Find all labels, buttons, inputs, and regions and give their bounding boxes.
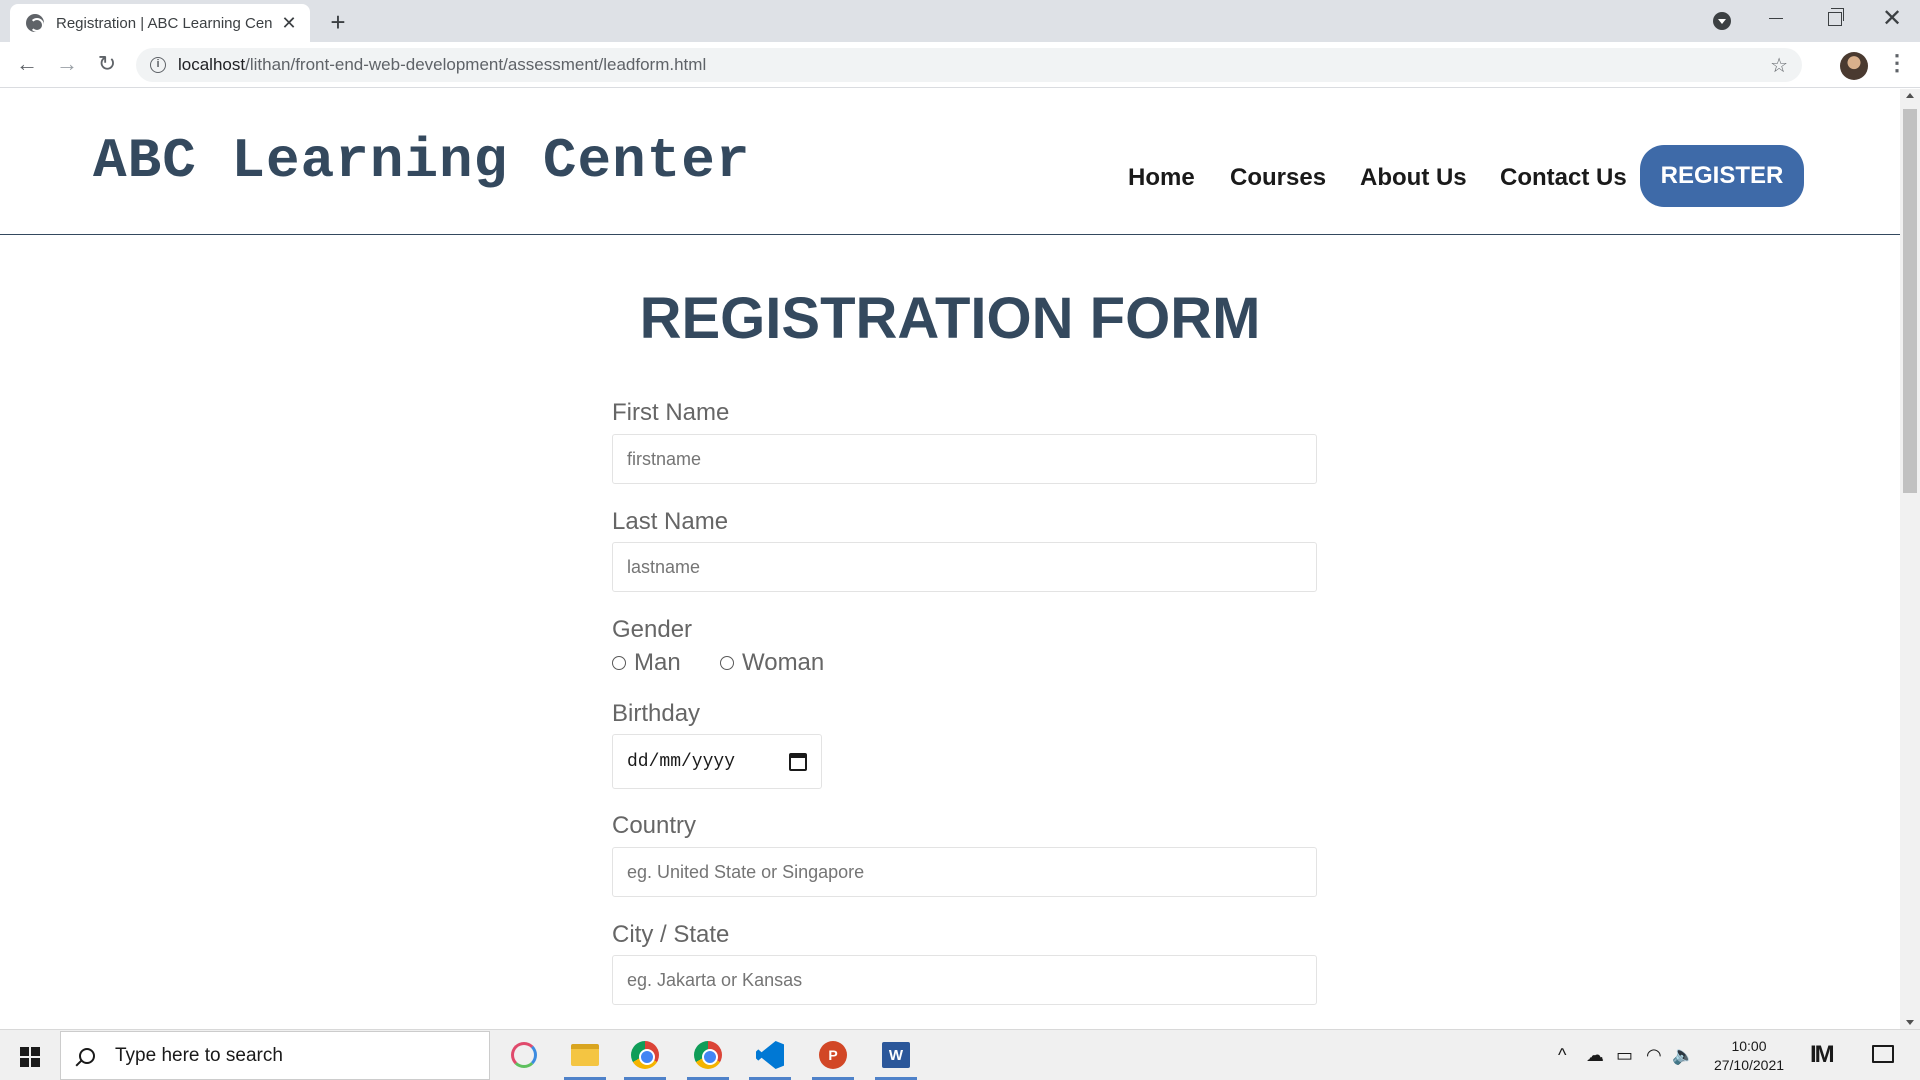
onedrive-icon[interactable]: ☁ (1586, 1045, 1604, 1066)
gender-radio-woman[interactable]: Woman (720, 649, 824, 677)
clock-date: 27/10/2021 (1713, 1057, 1785, 1073)
volume-icon[interactable]: 🔈 (1672, 1045, 1694, 1066)
powerpoint-icon[interactable]: P (808, 1030, 858, 1080)
browser-tab[interactable]: Registration | ABC Learning Center ✕ (10, 4, 310, 42)
minimize-icon[interactable] (1769, 18, 1783, 19)
url-host: localhost (178, 55, 246, 74)
reload-icon[interactable]: ↻ (95, 52, 119, 76)
new-tab-button[interactable]: + (326, 7, 350, 38)
browser-menu-icon[interactable]: ⋮ (1886, 50, 1908, 76)
country-input[interactable]: eg. United State or Singapore (612, 847, 1317, 897)
page-scrollbar[interactable] (1900, 89, 1920, 1029)
windows-start-icon[interactable] (20, 1047, 40, 1067)
bookmark-star-icon[interactable]: ☆ (1770, 53, 1788, 78)
page-title: REGISTRATION FORM (639, 286, 1261, 351)
nav-home[interactable]: Home (1128, 164, 1195, 192)
system-clock[interactable]: 10:00 27/10/2021 (1704, 1037, 1794, 1075)
birthday-label: Birthday (612, 700, 701, 727)
gender-radio-man[interactable]: Man (612, 649, 681, 677)
url-path: /lithan/front-end-web-development/assess… (245, 55, 707, 74)
radio-circle-icon[interactable] (612, 656, 626, 670)
vscode-icon[interactable] (745, 1030, 795, 1080)
nav-courses[interactable]: Courses (1230, 164, 1326, 192)
browser-toolbar: ← → ↻ i localhost/lithan/front-end-web-d… (0, 42, 1920, 88)
chrome-icon[interactable] (620, 1030, 670, 1080)
tab-close-icon[interactable]: ✕ (280, 13, 298, 34)
chrome-profile-icon[interactable] (683, 1030, 733, 1080)
register-button[interactable]: REGISTER (1640, 145, 1804, 207)
battery-icon[interactable]: ▭ (1616, 1045, 1633, 1066)
birthday-date-input[interactable]: dd/mm/yyyy (612, 734, 822, 789)
site-logo[interactable]: ABC Learning Center (93, 129, 751, 193)
site-header: ABC Learning Center Home Courses About U… (0, 89, 1900, 235)
tray-chevron-icon[interactable]: ^ (1558, 1045, 1566, 1066)
country-label: Country (612, 812, 697, 839)
nav-about-us[interactable]: About Us (1360, 164, 1467, 192)
city-state-input[interactable]: eg. Jakarta or Kansas (612, 955, 1317, 1005)
clock-time: 10:00 (1731, 1038, 1767, 1054)
forward-icon[interactable]: → (55, 52, 79, 76)
site-info-icon[interactable]: i (150, 57, 166, 73)
tab-title: Registration | ABC Learning Center (56, 14, 272, 32)
notification-center-icon[interactable] (1872, 1045, 1894, 1063)
scroll-down-arrow-icon[interactable] (1906, 1020, 1914, 1025)
last-name-input[interactable]: lastname (612, 542, 1317, 592)
snipping-tool-icon[interactable] (499, 1030, 549, 1080)
windows-taskbar: Type here to search P W ^ ☁ ▭ ◠ 🔈 10:00 … (0, 1029, 1920, 1080)
last-name-label: Last Name (612, 508, 729, 535)
scroll-up-arrow-icon[interactable] (1906, 93, 1914, 98)
wifi-icon[interactable]: ◠ (1646, 1045, 1662, 1066)
restore-icon[interactable] (1828, 8, 1844, 26)
radio-label-man: Man (634, 649, 681, 676)
tray-app-icon[interactable]: IM (1810, 1041, 1835, 1069)
taskbar-search-placeholder: Type here to search (115, 1044, 283, 1066)
window-close-icon[interactable]: ✕ (1882, 4, 1902, 33)
word-icon[interactable]: W (871, 1030, 921, 1080)
url-bar[interactable]: i localhost/lithan/front-end-web-develop… (136, 48, 1802, 82)
search-icon (79, 1047, 95, 1064)
radio-circle-icon[interactable] (720, 656, 734, 670)
back-icon[interactable]: ← (15, 52, 39, 76)
scroll-thumb[interactable] (1903, 109, 1917, 493)
globe-icon (26, 14, 44, 32)
birthday-placeholder: dd/mm/yyyy (627, 751, 736, 772)
first-name-input[interactable]: firstname (612, 434, 1317, 484)
browser-tab-bar: Registration | ABC Learning Center ✕ + ✕ (0, 0, 1920, 42)
radio-label-woman: Woman (742, 649, 825, 676)
city-state-label: City / State (612, 921, 730, 948)
gender-label: Gender (612, 616, 693, 643)
taskbar-search-box[interactable]: Type here to search (60, 1031, 490, 1080)
first-name-label: First Name (612, 399, 730, 426)
file-explorer-icon[interactable] (560, 1030, 610, 1080)
page-viewport: ABC Learning Center Home Courses About U… (0, 89, 1900, 1029)
tab-search-icon[interactable] (1713, 12, 1731, 30)
calendar-icon[interactable] (789, 752, 807, 771)
nav-contact-us[interactable]: Contact Us (1500, 164, 1627, 192)
profile-avatar[interactable] (1840, 52, 1868, 80)
